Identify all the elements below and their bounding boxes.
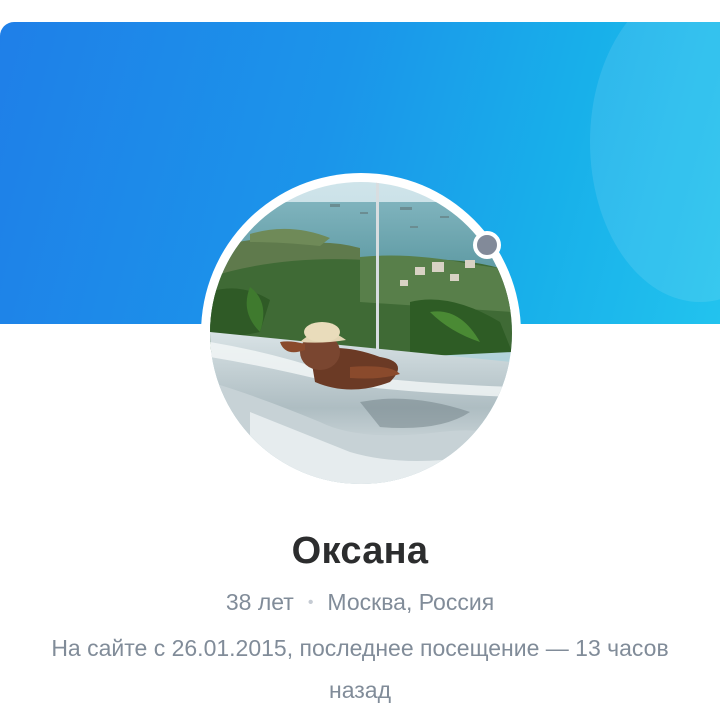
avatar-frame[interactable] [201,173,521,493]
profile-meta: 38 лет • Москва, Россия [0,589,720,616]
profile-visit-info: На сайте с 26.01.2015, последнее посещен… [51,635,669,703]
avatar[interactable] [210,182,512,484]
profile-page: Оксана 38 лет • Москва, Россия На сайте с … [0,0,720,727]
profile-name: Оксана [291,530,429,572]
avatar-photo [210,182,512,484]
offline-status-icon [473,231,501,259]
meta-separator: • [307,594,314,611]
profile-location[interactable]: Москва, Россия [327,589,494,615]
profile-age: 38 лет [225,589,294,615]
